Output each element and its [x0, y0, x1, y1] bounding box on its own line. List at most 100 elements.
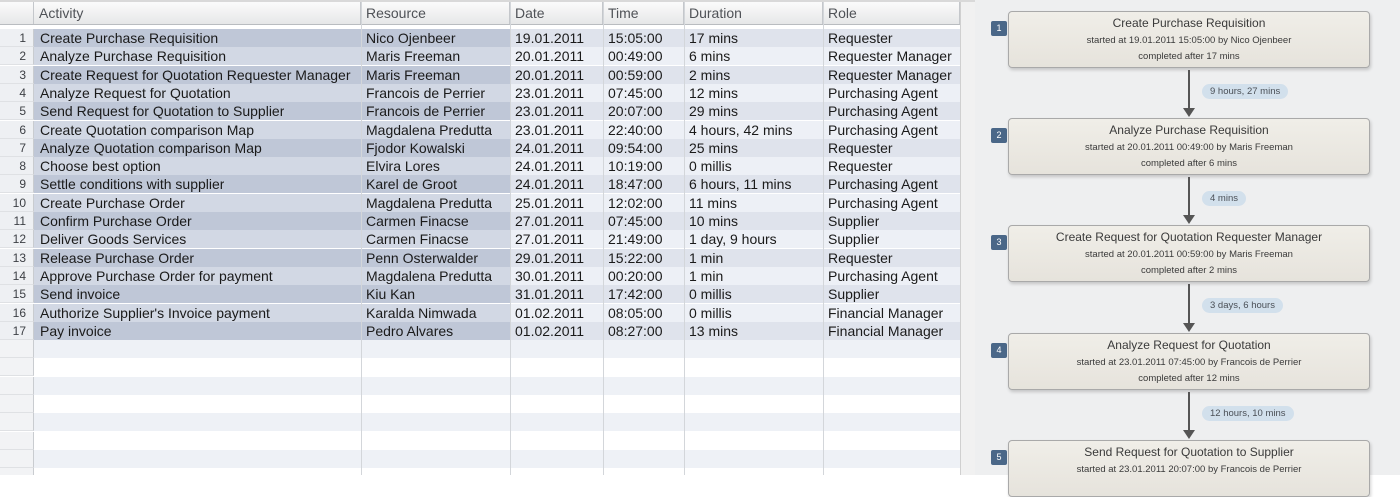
table-row[interactable]: 4 Analyze Request for Quotation Francois d… [0, 83, 975, 102]
table-row[interactable]: 12 Deliver Goods Services Carmen Finacse 27… [0, 230, 975, 249]
cell-duration[interactable]: 1 min [689, 267, 723, 285]
cell-duration[interactable]: 6 hours, 11 mins [689, 175, 791, 193]
cell-activity[interactable]: Choose best option [40, 157, 161, 175]
cell-activity[interactable]: Deliver Goods Services [40, 230, 186, 248]
column-header-activity[interactable]: Activity [34, 2, 361, 24]
cell-duration[interactable]: 4 hours, 42 mins [689, 121, 793, 139]
cell-role[interactable]: Requester [828, 157, 893, 175]
cell-time[interactable]: 21:49:00 [608, 230, 663, 248]
cell-duration[interactable]: 0 millis [689, 157, 732, 175]
cell-duration[interactable]: 17 mins [689, 29, 738, 47]
cell-duration[interactable]: 0 millis [689, 285, 732, 303]
cell-resource[interactable]: Magdalena Predutta [366, 194, 492, 212]
table-row[interactable]: 5 Send Request for Quotation to Supplier F… [0, 102, 975, 121]
cell-role[interactable]: Requester Manager [828, 47, 952, 65]
cell-resource[interactable]: Nico Ojenbeer [366, 29, 456, 47]
cell-resource[interactable]: Francois de Perrier [366, 102, 485, 120]
cell-date[interactable]: 31.01.2011 [515, 285, 584, 303]
table-row[interactable]: 17 Pay invoice Pedro Alvares 01.02.2011 08:2… [0, 321, 975, 340]
table-row[interactable]: 15 Send invoice Kiu Kan 31.01.2011 17:42:00 0… [0, 285, 975, 304]
table-row[interactable]: 11 Confirm Purchase Order Carmen Finacse 27… [0, 212, 975, 230]
cell-resource[interactable]: Fjodor Kowalski [366, 139, 465, 157]
cell-role[interactable]: Purchasing Agent [828, 121, 938, 139]
cell-time[interactable]: 08:05:00 [608, 304, 663, 322]
cell-resource[interactable]: Magdalena Predutta [366, 121, 492, 139]
cell-activity[interactable]: Approve Purchase Order for payment [40, 267, 273, 285]
cell-role[interactable]: Purchasing Agent [828, 267, 938, 285]
table-row[interactable]: 9 Settle conditions with supplier Karel de… [0, 175, 975, 194]
cell-date[interactable]: 01.02.2011 [515, 322, 584, 340]
cell-time[interactable]: 17:42:00 [608, 285, 663, 303]
cell-date[interactable]: 24.01.2011 [515, 139, 584, 157]
cell-role[interactable]: Requester [828, 249, 893, 267]
cell-resource[interactable]: Pedro Alvares [366, 322, 453, 340]
cell-resource[interactable]: Carmen Finacse [366, 212, 469, 230]
cell-time[interactable]: 00:49:00 [608, 47, 663, 65]
cell-time[interactable]: 09:54:00 [608, 139, 663, 157]
table-row[interactable]: 7 Analyze Quotation comparison Map Fjodor … [0, 138, 975, 157]
table-row[interactable]: 6 Create Quotation comparison Map Magdalen… [0, 120, 975, 139]
activity-node[interactable]: Send Request for Quotation to Supplier st… [1008, 440, 1370, 497]
cell-date[interactable]: 24.01.2011 [515, 157, 584, 175]
table-row[interactable]: 10 Create Purchase Order Magdalena Predutt… [0, 193, 975, 212]
cell-activity[interactable]: Analyze Request for Quotation [40, 84, 231, 102]
cell-date[interactable]: 19.01.2011 [515, 29, 584, 47]
cell-time[interactable]: 00:20:00 [608, 267, 663, 285]
table-row[interactable]: 14 Approve Purchase Order for payment Magd… [0, 266, 975, 285]
cell-role[interactable]: Financial Manager [828, 322, 943, 340]
cell-role[interactable]: Purchasing Agent [828, 175, 938, 193]
cell-date[interactable]: 30.01.2011 [515, 267, 584, 285]
cell-activity[interactable]: Create Purchase Requisition [40, 29, 218, 47]
cell-time[interactable]: 00:59:00 [608, 66, 663, 84]
cell-activity[interactable]: Create Request for Quotation Requester M… [40, 66, 351, 84]
cell-activity[interactable]: Release Purchase Order [40, 249, 194, 267]
cell-role[interactable]: Requester Manager [828, 66, 952, 84]
table-row[interactable]: 13 Release Purchase Order Penn Osterwalder… [0, 248, 975, 267]
cell-duration[interactable]: 6 mins [689, 47, 730, 65]
cell-time[interactable]: 12:02:00 [608, 194, 663, 212]
cell-resource[interactable]: Magdalena Predutta [366, 267, 492, 285]
cell-time[interactable]: 07:45:00 [608, 84, 663, 102]
cell-date[interactable]: 23.01.2011 [515, 84, 584, 102]
cell-date[interactable]: 23.01.2011 [515, 121, 584, 139]
cell-resource[interactable]: Karel de Groot [366, 175, 457, 193]
activity-table[interactable]: Activity Resource Date Time Duration Rol… [0, 2, 975, 475]
activity-node[interactable]: Create Request for Quotation Requester M… [1008, 225, 1370, 282]
cell-activity[interactable]: Send Request for Quotation to Supplier [40, 102, 284, 120]
cell-activity[interactable]: Send invoice [40, 285, 120, 303]
activity-node[interactable]: Create Purchase Requisition started at 19… [1008, 11, 1370, 68]
cell-time[interactable]: 07:45:00 [608, 212, 663, 230]
cell-resource[interactable]: Kiu Kan [366, 285, 415, 303]
cell-activity[interactable]: Authorize Supplier's Invoice payment [40, 304, 270, 322]
cell-date[interactable]: 24.01.2011 [515, 175, 584, 193]
cell-role[interactable]: Supplier [828, 230, 879, 248]
cell-role[interactable]: Supplier [828, 285, 879, 303]
cell-duration[interactable]: 1 min [689, 249, 723, 267]
table-row[interactable]: 3 Create Request for Quotation Requester … [0, 65, 975, 84]
cell-date[interactable]: 01.02.2011 [515, 304, 584, 322]
cell-activity[interactable]: Pay invoice [40, 322, 112, 340]
column-header-time[interactable]: Time [603, 2, 684, 24]
cell-resource[interactable]: Penn Osterwalder [366, 249, 478, 267]
cell-time[interactable]: 22:40:00 [608, 121, 663, 139]
column-header-date[interactable]: Date [510, 2, 603, 24]
table-row[interactable]: 8 Choose best option Elvira Lores 24.01.201… [0, 157, 975, 176]
cell-resource[interactable]: Maris Freeman [366, 47, 460, 65]
cell-time[interactable]: 18:47:00 [608, 175, 663, 193]
activity-node[interactable]: Analyze Request for Quotation started at … [1008, 333, 1370, 390]
activity-node[interactable]: Analyze Purchase Requisition started at 2… [1008, 118, 1370, 175]
cell-activity[interactable]: Analyze Purchase Requisition [40, 47, 226, 65]
column-header-resource[interactable]: Resource [361, 2, 510, 24]
cell-date[interactable]: 27.01.2011 [515, 212, 584, 230]
cell-resource[interactable]: Carmen Finacse [366, 230, 469, 248]
cell-resource[interactable]: Elvira Lores [366, 157, 440, 175]
cell-role[interactable]: Requester [828, 139, 893, 157]
cell-time[interactable]: 20:07:00 [608, 102, 663, 120]
cell-duration[interactable]: 11 mins [689, 194, 737, 212]
cell-role[interactable]: Supplier [828, 212, 879, 230]
table-row[interactable]: 1 Create Purchase Requisition Nico Ojenbee… [0, 29, 975, 47]
cell-duration[interactable]: 29 mins [689, 102, 738, 120]
cell-duration[interactable]: 2 mins [689, 66, 730, 84]
cell-duration[interactable]: 1 day, 9 hours [689, 230, 777, 248]
cell-role[interactable]: Requester [828, 29, 893, 47]
